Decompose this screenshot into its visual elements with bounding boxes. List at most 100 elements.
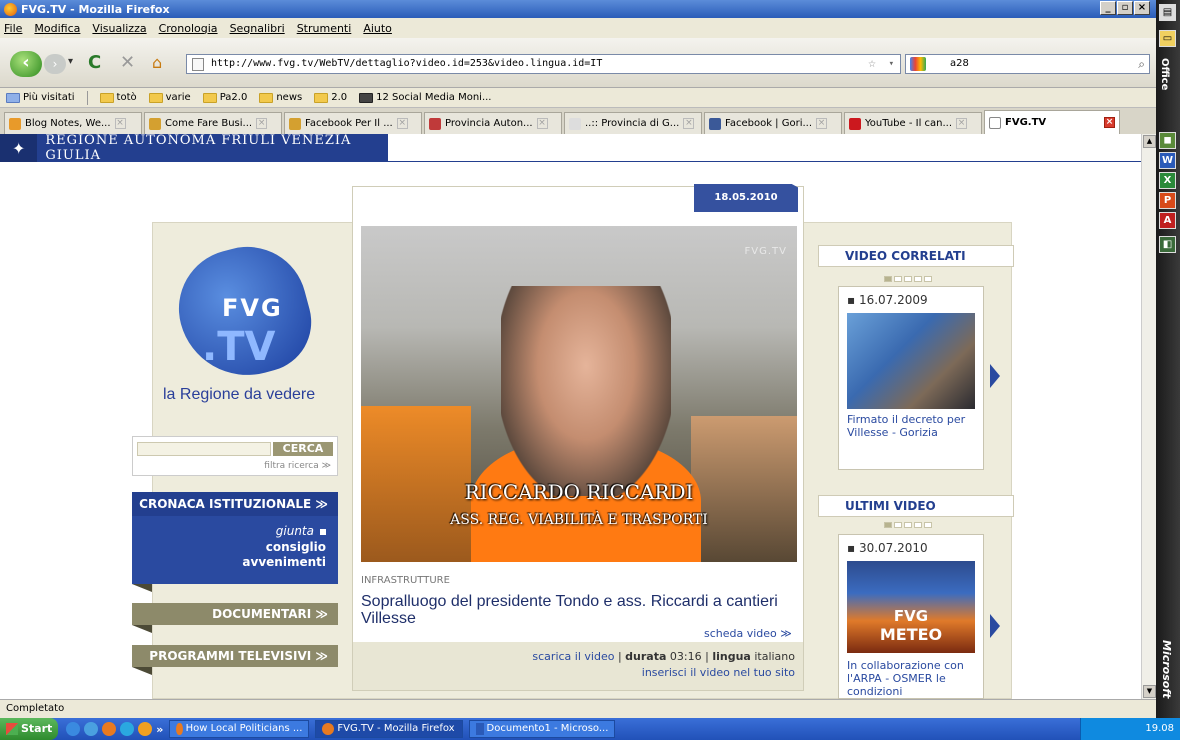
quick-launch-more-icon[interactable]: »: [156, 723, 163, 736]
menu-visualizza[interactable]: Visualizza: [92, 22, 146, 35]
forward-button[interactable]: ›: [44, 54, 66, 74]
menu-modifica[interactable]: Modifica: [34, 22, 80, 35]
menu-avvenimenti[interactable]: avvenimenti: [242, 555, 326, 569]
bookmark-social-media[interactable]: 12 Social Media Moni...: [359, 92, 491, 103]
minimize-button[interactable]: _: [1100, 1, 1116, 15]
next-arrow-icon[interactable]: [990, 364, 1000, 388]
menu-segnalibri[interactable]: Segnalibri: [230, 22, 285, 35]
pager-dot[interactable]: [894, 522, 902, 528]
pager-dot[interactable]: [904, 522, 912, 528]
office-menu-icon[interactable]: ▤: [1159, 4, 1176, 21]
fvg-tv-logo[interactable]: FVG .TV: [165, 233, 330, 391]
filter-search-link[interactable]: filtra ricerca ≫: [264, 461, 331, 471]
search-icon[interactable]: ⌕: [1138, 55, 1145, 73]
site-search-input[interactable]: [137, 442, 271, 456]
quick-launch-icon[interactable]: [138, 722, 153, 736]
home-icon[interactable]: ⌂: [152, 53, 162, 72]
back-button[interactable]: ‹: [10, 51, 42, 77]
tab-facebook-gori[interactable]: Facebook | Gori... ×: [704, 112, 842, 134]
menu-aiuto[interactable]: Aiuto: [363, 22, 392, 35]
tab-come-fare[interactable]: Come Fare Busi... ×: [144, 112, 282, 134]
taskbar-button-fvg-tv[interactable]: FVG.TV - Mozilla Firefox: [315, 720, 464, 738]
menu-giunta[interactable]: giunta: [276, 524, 326, 538]
tab-provincia-di-g[interactable]: ..:: Provincia di G... ×: [564, 112, 702, 134]
taskbar-button-how-local[interactable]: How Local Politicians ...: [169, 720, 310, 738]
pager-dot[interactable]: [914, 276, 922, 282]
address-bar[interactable]: http://www.fvg.tv/WebTV/dettaglio?video.…: [186, 54, 901, 74]
tab-close-icon[interactable]: ×: [683, 118, 695, 129]
search-engine-icon[interactable]: [910, 57, 926, 71]
access-icon[interactable]: A: [1159, 212, 1176, 229]
tab-provincia-auton[interactable]: Provincia Auton... ×: [424, 112, 562, 134]
scroll-up-icon[interactable]: ▲: [1143, 135, 1156, 148]
cronaca-heading[interactable]: CRONACA ISTITUZIONALE ≫: [132, 492, 338, 516]
bookmark-news[interactable]: news: [259, 92, 302, 103]
tab-close-icon[interactable]: ×: [396, 118, 408, 129]
next-arrow-icon[interactable]: [990, 614, 1000, 638]
programmi-televisivi-button[interactable]: PROGRAMMI TELEVISIVI ≫: [132, 645, 338, 667]
download-video-link[interactable]: scarica il video: [532, 650, 614, 663]
scroll-down-icon[interactable]: ▼: [1143, 685, 1156, 698]
menu-file[interactable]: File: [4, 22, 22, 35]
bookmark-pa20[interactable]: Pa2.0: [202, 92, 247, 103]
publisher-icon[interactable]: ◧: [1159, 236, 1176, 253]
bookmark-20[interactable]: 2.0: [314, 92, 347, 103]
excel-icon[interactable]: X: [1159, 172, 1176, 189]
tab-facebook-per[interactable]: Facebook Per Il ... ×: [284, 112, 422, 134]
pager-dot[interactable]: [884, 522, 892, 528]
tray-clock[interactable]: 19.08: [1145, 723, 1174, 734]
powerpoint-icon[interactable]: P: [1159, 192, 1176, 209]
tab-blog-notes[interactable]: Blog Notes, We... ×: [4, 112, 142, 134]
bookmark-toto[interactable]: totò: [99, 92, 137, 103]
pager-dot[interactable]: [904, 276, 912, 282]
documentari-button[interactable]: DOCUMENTARI ≫: [132, 603, 338, 625]
correlati-thumbnail[interactable]: [847, 313, 975, 409]
tab-close-icon[interactable]: ×: [1104, 117, 1115, 128]
menu-cronologia[interactable]: Cronologia: [159, 22, 218, 35]
start-button[interactable]: Start: [0, 718, 59, 740]
pager-dot[interactable]: [884, 276, 892, 282]
ultimi-card[interactable]: ▪ 30.07.2010 FVG METEO In collaborazione…: [838, 534, 984, 699]
embed-video-link[interactable]: inserisci il video nel tuo sito: [642, 666, 795, 679]
correlati-card[interactable]: ▪ 16.07.2009 Firmato il decreto per Vill…: [838, 286, 984, 470]
firefox-icon[interactable]: [102, 722, 117, 736]
pager-dot[interactable]: [924, 522, 932, 528]
pager-dot[interactable]: [894, 276, 902, 282]
ultimi-thumbnail[interactable]: FVG METEO: [847, 561, 975, 653]
tab-close-icon[interactable]: ×: [816, 118, 828, 129]
pager-dot[interactable]: [924, 276, 932, 282]
tab-youtube[interactable]: YouTube - Il can... ×: [844, 112, 982, 134]
bookmark-varie[interactable]: varie: [148, 92, 191, 103]
bookmark-piu-visitati[interactable]: Più visitati: [6, 92, 75, 103]
taskbar-button-documento1[interactable]: Documento1 - Microso...: [469, 720, 616, 738]
menu-strumenti[interactable]: Strumenti: [297, 22, 352, 35]
tab-close-icon[interactable]: ×: [256, 118, 268, 129]
tab-fvg-tv[interactable]: FVG.TV ×: [984, 110, 1120, 134]
scheda-video-link[interactable]: scheda video ≫: [704, 627, 792, 640]
outlook-icon[interactable]: ◼: [1159, 132, 1176, 149]
reload-icon[interactable]: C: [88, 52, 101, 73]
pager-dot[interactable]: [914, 522, 922, 528]
correlati-text[interactable]: Firmato il decreto per Villesse - Gorizi…: [847, 413, 983, 439]
quick-launch-icon[interactable]: [84, 722, 99, 736]
tab-close-icon[interactable]: ×: [114, 118, 126, 129]
folder-icon[interactable]: ▭: [1159, 30, 1176, 47]
stop-icon[interactable]: ✕: [120, 52, 135, 73]
close-button[interactable]: ×: [1134, 1, 1150, 15]
ie-icon[interactable]: [66, 722, 81, 736]
menu-consiglio[interactable]: consiglio: [266, 540, 326, 554]
maximize-button[interactable]: ▫: [1117, 1, 1133, 15]
region-header[interactable]: ✦ REGIONE AUTONOMA FRIULI VENEZIA GIULIA: [0, 134, 388, 163]
tab-close-icon[interactable]: ×: [536, 118, 548, 129]
tab-close-icon[interactable]: ×: [956, 118, 968, 129]
word-icon[interactable]: W: [1159, 152, 1176, 169]
page-scrollbar[interactable]: ▲ ▼: [1141, 134, 1156, 699]
search-input[interactable]: a28 ⌕: [905, 54, 1150, 74]
bookmark-star-icon[interactable]: ☆: [868, 55, 876, 73]
url-dropdown-icon[interactable]: ▾: [889, 55, 894, 73]
skype-icon[interactable]: [120, 722, 135, 736]
video-player[interactable]: FVG.TV RICCARDO RICCARDI ASS. REG. VIABI…: [361, 226, 797, 562]
ultimi-text[interactable]: In collaborazione con l'ARPA - OSMER le …: [847, 659, 981, 698]
cerca-button[interactable]: CERCA: [273, 442, 333, 456]
history-dropdown-icon[interactable]: ▾: [68, 56, 73, 67]
